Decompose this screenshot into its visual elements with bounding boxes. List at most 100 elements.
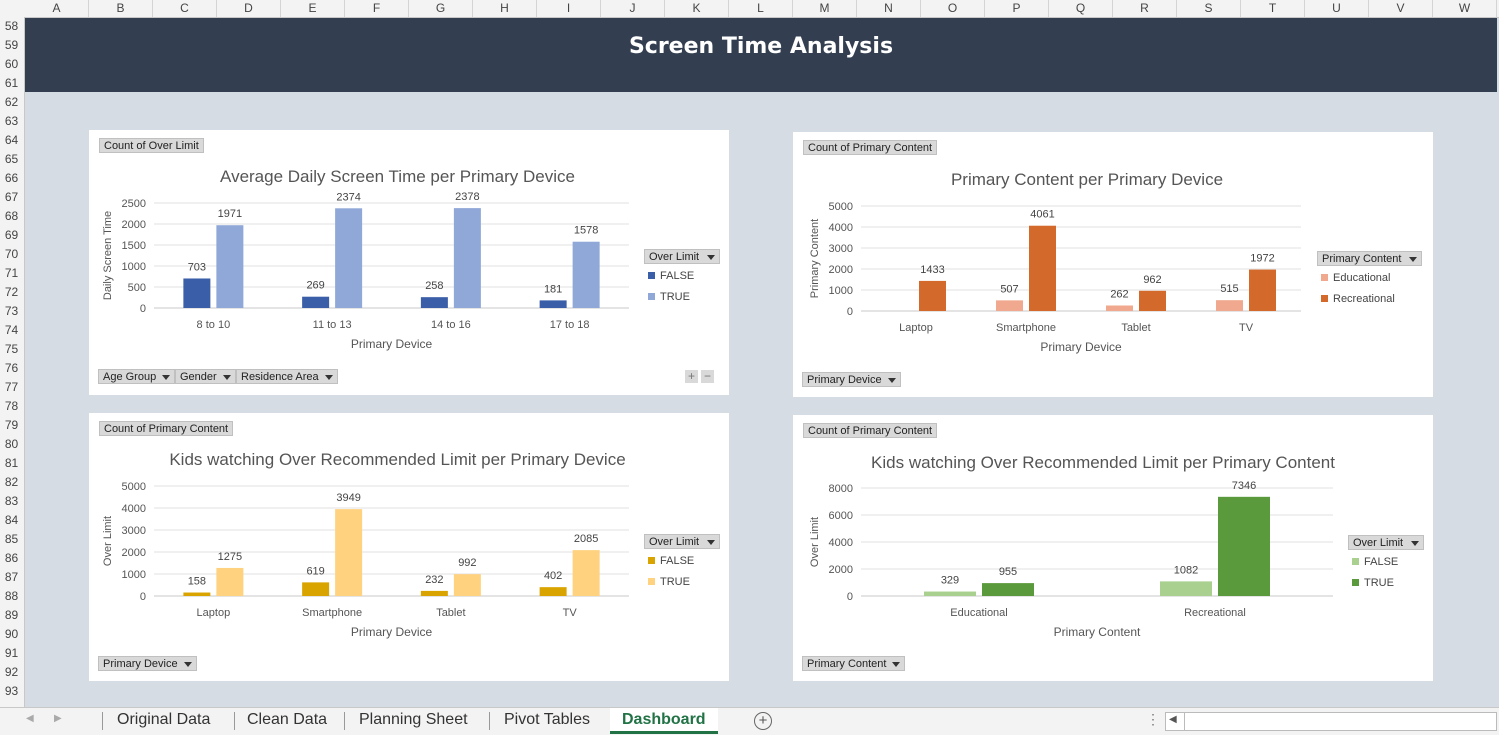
row-header[interactable]: 77: [0, 378, 23, 397]
data-label: 1275: [218, 551, 242, 563]
legend-item: TRUE: [644, 576, 720, 588]
column-header[interactable]: J: [601, 0, 665, 17]
row-header[interactable]: 76: [0, 359, 23, 378]
row-header[interactable]: 70: [0, 245, 23, 264]
row-header[interactable]: 92: [0, 663, 23, 682]
chart-legend: Primary Content Educational Recreational: [1317, 251, 1423, 305]
row-header[interactable]: 67: [0, 188, 23, 207]
x-tick-label: TV: [563, 607, 578, 619]
scrollbar-left-arrow-icon[interactable]: ◀: [1169, 714, 1177, 725]
row-header[interactable]: 68: [0, 207, 23, 226]
legend-filter-button[interactable]: Over Limit: [1348, 535, 1425, 550]
bar: [996, 300, 1023, 311]
filter-button-primary-device[interactable]: Primary Device: [98, 656, 197, 671]
tab-original-data[interactable]: Original Data: [105, 708, 222, 734]
more-options-icon[interactable]: ⋮: [1146, 711, 1160, 728]
row-header[interactable]: 89: [0, 606, 23, 625]
row-header[interactable]: 73: [0, 302, 23, 321]
row-header[interactable]: 72: [0, 283, 23, 302]
column-header[interactable]: O: [921, 0, 985, 17]
column-header[interactable]: V: [1369, 0, 1433, 17]
filter-button-residence-area[interactable]: Residence Area: [236, 369, 338, 384]
legend-filter-button[interactable]: Primary Content: [1317, 251, 1423, 266]
row-header[interactable]: 90: [0, 625, 23, 644]
y-tick-label: 3000: [122, 525, 146, 537]
tab-pivot-tables[interactable]: Pivot Tables: [492, 708, 602, 734]
column-header[interactable]: T: [1241, 0, 1305, 17]
chart-svg: Kids watching Over Recommended Limit per…: [809, 453, 1335, 639]
column-header[interactable]: S: [1177, 0, 1241, 17]
bar: [183, 592, 211, 596]
column-header[interactable]: K: [665, 0, 729, 17]
expand-plus-icon[interactable]: +: [685, 370, 698, 383]
legend-filter-button[interactable]: Over Limit: [644, 249, 721, 264]
row-header[interactable]: 62: [0, 93, 23, 112]
scroll-left-icon[interactable]: ◀: [26, 713, 34, 724]
row-header[interactable]: 78: [0, 397, 23, 416]
row-header[interactable]: 87: [0, 568, 23, 587]
column-header[interactable]: I: [537, 0, 601, 17]
column-header[interactable]: G: [409, 0, 473, 17]
row-header[interactable]: 59: [0, 36, 23, 55]
row-header[interactable]: 93: [0, 682, 23, 701]
column-header[interactable]: H: [473, 0, 537, 17]
row-header[interactable]: 84: [0, 511, 23, 530]
row-header[interactable]: 60: [0, 55, 23, 74]
row-header[interactable]: 64: [0, 131, 23, 150]
row-header[interactable]: 86: [0, 549, 23, 568]
filter-button-age-group[interactable]: Age Group: [98, 369, 176, 384]
bar: [572, 241, 600, 308]
tab-planning-sheet[interactable]: Planning Sheet: [347, 708, 480, 734]
bar: [539, 587, 567, 596]
row-header[interactable]: 74: [0, 321, 23, 340]
row-header[interactable]: 91: [0, 644, 23, 663]
column-header[interactable]: C: [153, 0, 217, 17]
row-header[interactable]: 75: [0, 340, 23, 359]
column-header[interactable]: Q: [1049, 0, 1113, 17]
tab-dashboard[interactable]: Dashboard: [610, 708, 718, 734]
chart-svg: Average Daily Screen Time per Primary De…: [102, 167, 629, 351]
chart-title: Kids watching Over Recommended Limit per…: [169, 450, 625, 469]
column-header[interactable]: N: [857, 0, 921, 17]
column-header[interactable]: E: [281, 0, 345, 17]
row-header[interactable]: 79: [0, 416, 23, 435]
column-header[interactable]: W: [1433, 0, 1497, 17]
column-header[interactable]: R: [1113, 0, 1177, 17]
bar: [420, 297, 448, 308]
column-header[interactable]: A: [25, 0, 89, 17]
row-header[interactable]: 85: [0, 530, 23, 549]
row-header[interactable]: 88: [0, 587, 23, 606]
legend-filter-button[interactable]: Over Limit: [644, 534, 721, 549]
column-header[interactable]: P: [985, 0, 1049, 17]
bar: [216, 567, 244, 596]
row-header[interactable]: 66: [0, 169, 23, 188]
row-header[interactable]: 80: [0, 435, 23, 454]
row-header[interactable]: 69: [0, 226, 23, 245]
data-label: 2378: [455, 191, 479, 203]
legend-item: Recreational: [1317, 293, 1422, 305]
row-header[interactable]: 65: [0, 150, 23, 169]
column-header[interactable]: L: [729, 0, 793, 17]
tab-clean-data[interactable]: Clean Data: [235, 708, 339, 734]
column-header[interactable]: U: [1305, 0, 1369, 17]
column-header[interactable]: D: [217, 0, 281, 17]
filter-button-primary-device[interactable]: Primary Device: [802, 372, 901, 387]
row-header[interactable]: 83: [0, 492, 23, 511]
row-header[interactable]: 71: [0, 264, 23, 283]
data-label: 1971: [218, 208, 242, 220]
scroll-right-icon[interactable]: ▶: [54, 713, 62, 724]
row-header[interactable]: 63: [0, 112, 23, 131]
row-header[interactable]: 61: [0, 74, 23, 93]
collapse-minus-icon[interactable]: −: [701, 370, 714, 383]
filter-button-primary-content[interactable]: Primary Content: [802, 656, 906, 671]
column-header[interactable]: B: [89, 0, 153, 17]
column-header[interactable]: M: [793, 0, 857, 17]
horizontal-scrollbar[interactable]: ◀: [1165, 712, 1497, 731]
row-header[interactable]: 82: [0, 473, 23, 492]
add-sheet-icon[interactable]: +: [754, 712, 772, 730]
row-header[interactable]: 58: [0, 17, 23, 36]
x-axis-label: Primary Device: [1040, 340, 1122, 354]
filter-button-gender[interactable]: Gender: [175, 369, 236, 384]
column-header[interactable]: F: [345, 0, 409, 17]
row-header[interactable]: 81: [0, 454, 23, 473]
